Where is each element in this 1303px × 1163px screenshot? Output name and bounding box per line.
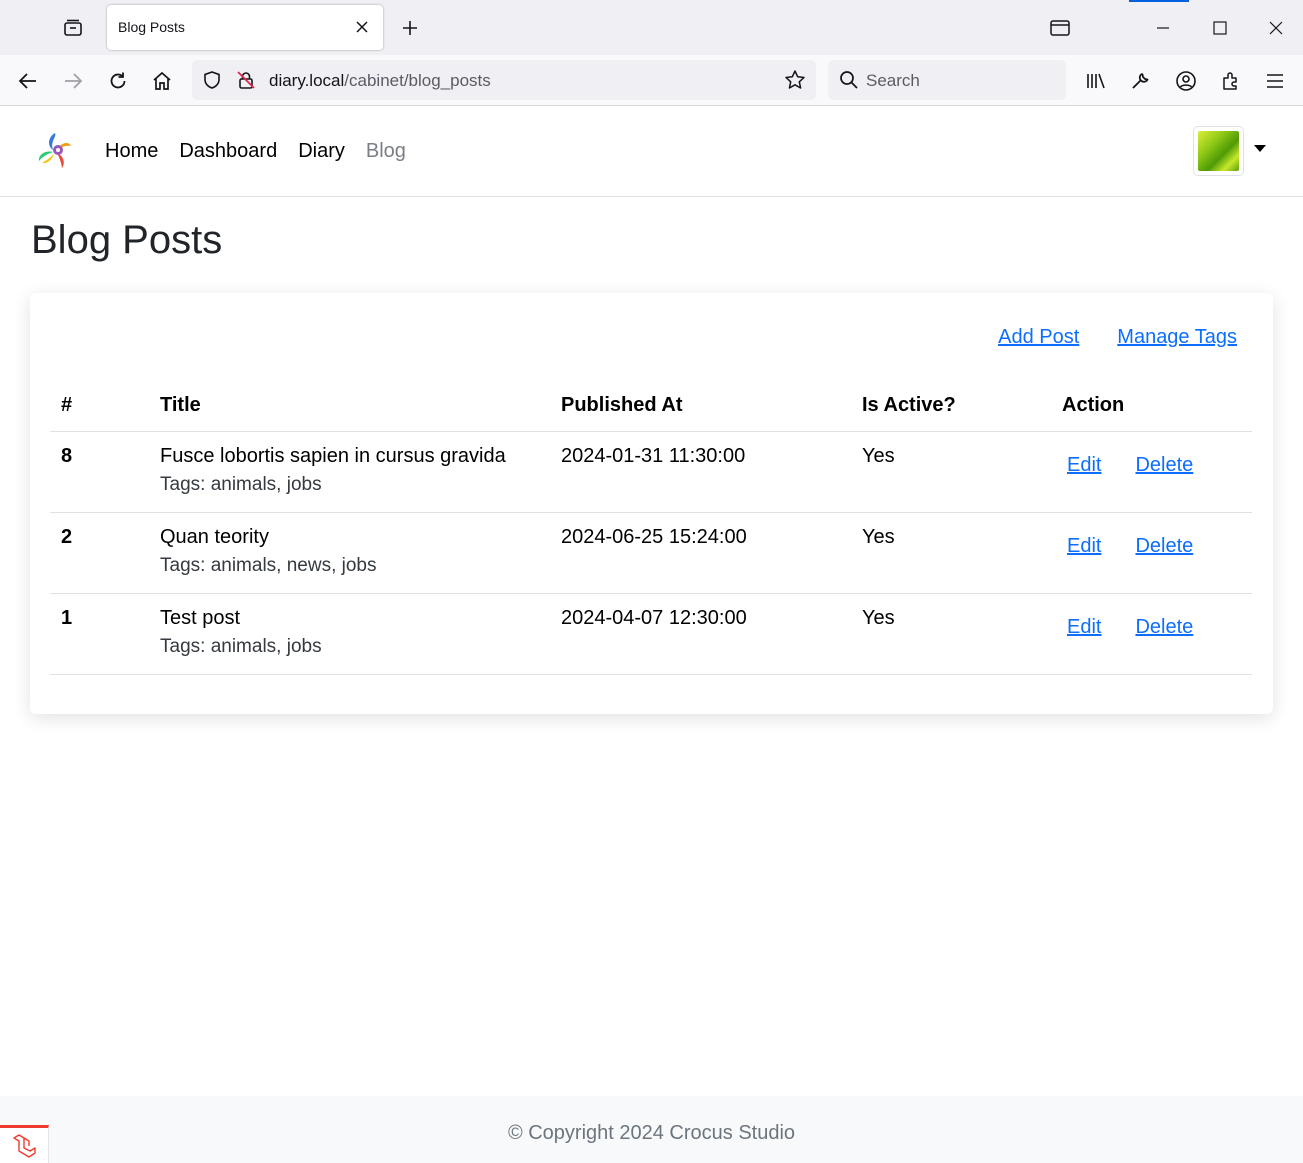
- picture-in-picture-icon[interactable]: [1046, 14, 1074, 42]
- search-input[interactable]: Search: [866, 71, 920, 91]
- post-title: Test post: [160, 606, 241, 629]
- posts-table: # Title Published At Is Active? Action 8…: [50, 385, 1252, 675]
- post-actions: Edit Delete: [1051, 431, 1252, 513]
- url-path: /cabinet/blog_posts: [344, 71, 491, 90]
- browser-tab[interactable]: Blog Posts: [107, 5, 383, 50]
- browser-toolbar: diary.local/cabinet/blog_posts Search: [0, 55, 1303, 106]
- caret-down-icon[interactable]: [1254, 145, 1266, 152]
- shield-icon[interactable]: [202, 70, 222, 95]
- browser-tab-bar: Blog Posts: [0, 0, 1303, 55]
- post-tags: Tags: animals, news, jobs: [160, 554, 377, 576]
- site-nav-links: Home Dashboard Diary Blog: [105, 140, 406, 163]
- search-bar[interactable]: Search: [828, 60, 1066, 100]
- site-logo[interactable]: [33, 128, 79, 174]
- col-header-id: #: [50, 385, 149, 432]
- post-actions: Edit Delete: [1051, 512, 1252, 594]
- new-tab-icon[interactable]: [398, 16, 422, 40]
- post-tags: Tags: animals, jobs: [160, 635, 322, 657]
- post-published-at: 2024-06-25 15:24:00: [550, 512, 851, 594]
- add-post-link[interactable]: Add Post: [998, 326, 1079, 349]
- post-id: 1: [50, 593, 149, 675]
- delete-link[interactable]: Delete: [1135, 616, 1193, 638]
- post-title-cell: Test post Tags: animals, jobs: [149, 593, 550, 675]
- nav-diary[interactable]: Diary: [298, 140, 345, 163]
- tab-list-icon[interactable]: [58, 14, 88, 42]
- posts-card: Add Post Manage Tags # Title Published A…: [30, 293, 1273, 714]
- site-footer: © Copyright 2024 Crocus Studio: [0, 1096, 1303, 1163]
- extensions-icon[interactable]: [1216, 66, 1246, 96]
- avatar[interactable]: [1193, 126, 1244, 176]
- edit-link[interactable]: Edit: [1067, 616, 1101, 638]
- avatar-image: [1198, 131, 1239, 171]
- nav-dashboard[interactable]: Dashboard: [179, 140, 277, 163]
- col-header-action: Action: [1051, 385, 1252, 432]
- home-icon[interactable]: [147, 66, 177, 96]
- url-bar[interactable]: diary.local/cabinet/blog_posts: [192, 60, 816, 100]
- edit-link[interactable]: Edit: [1067, 454, 1101, 476]
- menu-icon[interactable]: [1260, 66, 1290, 96]
- nav-home[interactable]: Home: [105, 140, 158, 163]
- post-published-at: 2024-04-07 12:30:00: [550, 593, 851, 675]
- edit-link[interactable]: Edit: [1067, 535, 1101, 557]
- laravel-debugbar-icon[interactable]: [0, 1125, 49, 1163]
- reload-icon[interactable]: [103, 66, 133, 96]
- bookmark-star-icon[interactable]: [784, 69, 806, 96]
- wrench-icon[interactable]: [1125, 66, 1155, 96]
- url-text[interactable]: diary.local/cabinet/blog_posts: [269, 71, 491, 91]
- col-header-published: Published At: [550, 385, 851, 432]
- delete-link[interactable]: Delete: [1135, 535, 1193, 557]
- back-icon[interactable]: [13, 66, 43, 96]
- post-actions: Edit Delete: [1051, 593, 1252, 675]
- nav-blog[interactable]: Blog: [366, 140, 406, 163]
- post-title-cell: Quan teority Tags: animals, news, jobs: [149, 512, 550, 594]
- search-icon: [839, 70, 859, 95]
- site-navbar: Home Dashboard Diary Blog: [0, 106, 1303, 197]
- footer-copyright: © Copyright 2024 Crocus Studio: [507, 1122, 796, 1144]
- col-header-active: Is Active?: [851, 385, 1051, 432]
- accent-line: [1129, 0, 1189, 2]
- post-tags: Tags: animals, jobs: [160, 473, 322, 495]
- post-title: Fusce lobortis sapien in cursus gravida: [160, 444, 506, 467]
- post-id: 8: [50, 431, 149, 513]
- account-icon[interactable]: [1171, 66, 1201, 96]
- url-host: diary.local: [269, 71, 345, 90]
- post-title: Quan teority: [160, 525, 269, 548]
- manage-tags-link[interactable]: Manage Tags: [1117, 326, 1237, 349]
- page-title: Blog Posts: [31, 218, 223, 262]
- table-header-row: # Title Published At Is Active? Action: [50, 385, 1252, 432]
- forward-icon[interactable]: [58, 66, 88, 96]
- table-row: 8 Fusce lobortis sapien in cursus gravid…: [50, 431, 1252, 513]
- post-published-at: 2024-01-31 11:30:00: [550, 431, 851, 513]
- insecure-lock-icon[interactable]: [236, 70, 256, 95]
- delete-link[interactable]: Delete: [1135, 454, 1193, 476]
- post-is-active: Yes: [851, 431, 1051, 513]
- table-row: 2 Quan teority Tags: animals, news, jobs…: [50, 512, 1252, 594]
- post-is-active: Yes: [851, 593, 1051, 675]
- post-is-active: Yes: [851, 512, 1051, 594]
- maximize-icon[interactable]: [1206, 14, 1234, 42]
- window-close-icon[interactable]: [1262, 14, 1290, 42]
- card-actions: Add Post Manage Tags: [998, 326, 1237, 349]
- post-id: 2: [50, 512, 149, 594]
- minimize-icon[interactable]: [1149, 14, 1177, 42]
- close-icon[interactable]: [353, 18, 371, 36]
- col-header-title: Title: [149, 385, 550, 432]
- library-icon[interactable]: [1081, 66, 1111, 96]
- table-row: 1 Test post Tags: animals, jobs 2024-04-…: [50, 593, 1252, 675]
- post-title-cell: Fusce lobortis sapien in cursus gravida …: [149, 431, 550, 513]
- tab-title: Blog Posts: [118, 19, 185, 35]
